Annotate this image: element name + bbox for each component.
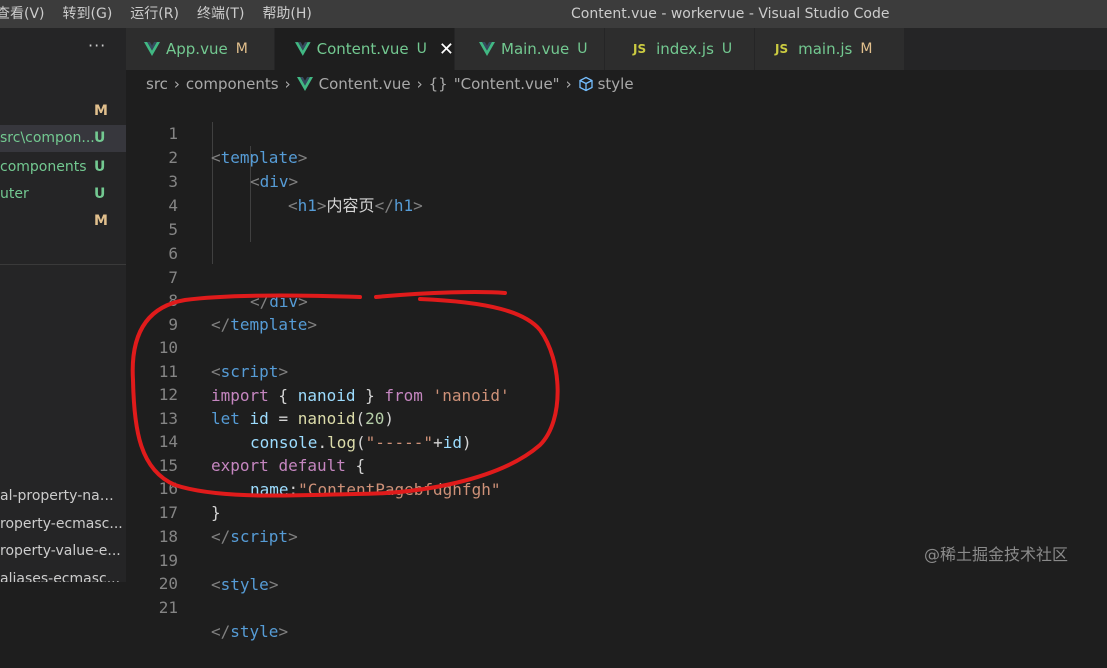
tab-label: main.js xyxy=(798,40,853,58)
title-bar: 查看(V) 转到(G) 运行(R) 终端(T) 帮助(H) Content.vu… xyxy=(0,0,1107,28)
code-line: 4 xyxy=(126,170,1107,215)
vue-icon xyxy=(479,42,495,56)
breadcrumb-style[interactable]: style xyxy=(598,75,634,93)
code-line: 10 <script> xyxy=(126,312,1107,381)
chevron-right-icon: › xyxy=(565,75,572,93)
menu-view[interactable]: 查看(V) xyxy=(0,0,55,28)
watermark: @稀土掘金技术社区 xyxy=(924,545,1069,564)
chevron-right-icon: › xyxy=(173,75,180,93)
tab-label: Content.vue xyxy=(316,40,409,58)
code-line: 6 xyxy=(126,218,1107,263)
git-status-badge: U xyxy=(577,41,588,57)
sidebar-divider xyxy=(0,264,126,265)
tab-app-vue[interactable]: App.vue M xyxy=(126,28,275,70)
outline-item-label: al-property-nam... xyxy=(0,488,124,504)
tab-content-vue[interactable]: Content.vue U ✕ xyxy=(275,28,455,70)
code-line: 16 } xyxy=(126,453,1107,522)
code-editor[interactable]: 1 <template> 2 <div> 3 <h1>内容页</h1> 4 5 … xyxy=(126,98,1107,641)
git-status-badge: M xyxy=(94,213,108,229)
tree-item[interactable]: M xyxy=(0,98,126,125)
git-status-badge: U xyxy=(94,186,106,202)
git-status-badge: U xyxy=(94,130,106,146)
code-line: 18 xyxy=(126,501,1107,546)
code-line: 9 xyxy=(126,289,1107,334)
tab-label: App.vue xyxy=(166,40,228,58)
editor-tabs: App.vue M Content.vue U ✕ Main.vue U JS … xyxy=(126,28,1107,70)
sidebar-header: ··· xyxy=(0,28,126,68)
breadcrumb: src › components › Content.vue › {} "Con… xyxy=(126,70,1107,98)
tree-item[interactable]: M xyxy=(0,208,126,235)
chevron-right-icon: › xyxy=(416,75,423,93)
code-line: 17 </script> xyxy=(126,477,1107,546)
git-status-badge: M xyxy=(235,41,248,57)
git-status-badge: U xyxy=(721,41,733,57)
menu-go[interactable]: 转到(G) xyxy=(55,0,123,28)
js-icon: JS xyxy=(775,42,789,56)
cube-icon xyxy=(578,76,593,92)
code-line: 7 </div> xyxy=(126,242,1107,311)
outline-item-label: roperty-value-e... xyxy=(0,543,121,559)
git-status-badge: U xyxy=(416,41,427,57)
outline-item[interactable]: roperty-value-e... xyxy=(0,543,126,559)
tree-item[interactable]: uter U xyxy=(0,181,126,208)
code-line: 3 <h1>内容页</h1> xyxy=(126,146,1107,215)
code-line: 11 import { nanoid } from 'nanoid' xyxy=(126,336,1107,405)
vue-icon xyxy=(296,77,313,91)
tree-item-label: src\compon... xyxy=(0,130,95,146)
outline-item[interactable]: roperty-ecmasc... xyxy=(0,516,126,532)
line-number: 21 xyxy=(158,598,178,617)
outline-item[interactable]: aliases-ecmasc... xyxy=(0,571,126,582)
menu-terminal[interactable]: 终端(T) xyxy=(189,0,254,28)
tree-item-label: uter xyxy=(0,186,29,202)
tab-main-js[interactable]: JS main.js M xyxy=(755,28,905,70)
code-line: 21 </style> xyxy=(126,572,1107,641)
tree-item[interactable]: components U xyxy=(0,154,126,181)
chevron-right-icon: › xyxy=(284,75,291,93)
breadcrumb-file-label: Content.vue xyxy=(318,75,411,93)
js-icon: JS xyxy=(633,42,647,56)
tree-item-active[interactable]: src\compon... U xyxy=(0,125,126,152)
code-line: 5 xyxy=(126,194,1107,239)
braces-icon: {} xyxy=(428,75,448,93)
code-line: 1 <template> xyxy=(126,98,1107,167)
breadcrumb-component[interactable]: "Content.vue" xyxy=(454,75,560,93)
menu-bar: 查看(V) 转到(G) 运行(R) 终端(T) 帮助(H) xyxy=(0,0,322,28)
tab-label: Main.vue xyxy=(501,40,570,58)
vue-icon xyxy=(144,42,160,56)
code-line: 15 name:"ContentPagebfdghfgh" xyxy=(126,430,1107,499)
tab-main-vue[interactable]: Main.vue U xyxy=(455,28,605,70)
more-actions-icon[interactable]: ··· xyxy=(88,36,106,55)
code-line: 8 </template> xyxy=(126,265,1107,334)
outline-item-label: aliases-ecmasc... xyxy=(0,571,121,582)
close-icon[interactable]: ✕ xyxy=(439,39,454,60)
window-title: Content.vue - workervue - Visual Studio … xyxy=(571,6,890,22)
breadcrumb-file[interactable]: Content.vue xyxy=(296,75,411,93)
outline-item-label: roperty-ecmasc... xyxy=(0,516,123,532)
code-line: 14 export default { xyxy=(126,406,1107,475)
explorer-sidebar: ··· M src\compon... U components U uter … xyxy=(0,28,126,582)
tab-label: index.js xyxy=(656,40,714,58)
breadcrumb-src[interactable]: src xyxy=(146,75,168,93)
tree-item-label: components xyxy=(0,159,87,175)
code-line: 12 let id = nanoid(20) xyxy=(126,359,1107,428)
git-status-badge: M xyxy=(860,41,873,57)
tab-index-js[interactable]: JS index.js U xyxy=(605,28,755,70)
breadcrumb-components[interactable]: components xyxy=(186,75,279,93)
git-status-badge: M xyxy=(94,103,108,119)
code-line: 2 <div> xyxy=(126,122,1107,191)
outline-item[interactable]: al-property-nam... xyxy=(0,488,126,504)
menu-help[interactable]: 帮助(H) xyxy=(254,0,321,28)
menu-run[interactable]: 运行(R) xyxy=(122,0,189,28)
git-status-badge: U xyxy=(94,159,106,175)
vue-icon xyxy=(295,42,311,56)
code-line: 13 console.log("-----"+id) xyxy=(126,383,1107,452)
